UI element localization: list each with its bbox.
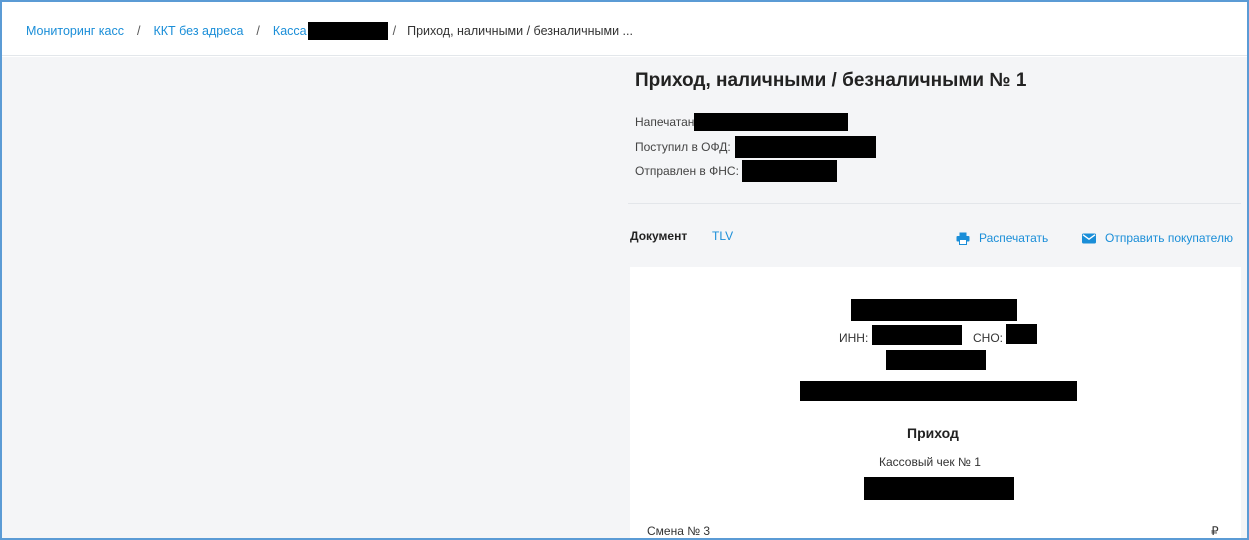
redacted-kassa-id — [307, 22, 388, 40]
fns-row: Отправлен в ФНС: — [635, 160, 837, 182]
receipt-type: Приход — [907, 425, 959, 441]
redacted-org-name — [851, 299, 1017, 321]
redacted-printed-date — [694, 113, 849, 131]
sno-label: СНО: — [973, 331, 1003, 345]
ofd-row: Поступил в ОФД: — [635, 136, 876, 158]
inn-label: ИНН: — [839, 331, 869, 345]
redacted-address — [800, 381, 1077, 401]
breadcrumb-separator: / — [137, 24, 141, 38]
redacted-sno — [1006, 324, 1037, 344]
printed-row: Напечатан — [635, 113, 849, 131]
send-to-customer-button[interactable]: Отправить покупателю — [1082, 231, 1233, 245]
redacted-ofd-date — [734, 136, 876, 158]
receipt-check-number: Кассовый чек № 1 — [879, 455, 981, 469]
redacted-fns-date — [741, 160, 837, 182]
divider — [628, 203, 1241, 204]
print-button[interactable]: Распечатать — [956, 231, 1048, 245]
printed-label: Напечатан — [635, 115, 695, 129]
breadcrumb-kkt-link[interactable]: ККТ без адреса — [153, 24, 243, 38]
left-panel — [2, 57, 614, 538]
tab-document[interactable]: Документ — [630, 229, 687, 243]
envelope-icon — [1082, 233, 1096, 244]
breadcrumb-current: Приход, наличными / безналичными ... — [407, 24, 633, 38]
receipt-shift: Смена № 3 — [647, 524, 711, 538]
fns-label: Отправлен в ФНС: — [635, 164, 739, 178]
send-label: Отправить покупателю — [1105, 231, 1233, 245]
redacted-inn — [872, 325, 962, 345]
breadcrumb-monitoring-link[interactable]: Мониторинг касс — [26, 24, 124, 38]
printer-icon — [956, 232, 970, 245]
breadcrumb-kassa-link[interactable]: Касса — [273, 24, 307, 38]
ofd-label: Поступил в ОФД: — [635, 140, 731, 154]
redacted-line-1 — [886, 350, 986, 370]
breadcrumb-separator: / — [256, 24, 260, 38]
redacted-datetime — [864, 477, 1014, 500]
breadcrumb-separator: / — [392, 24, 397, 38]
breadcrumb: Мониторинг касс / ККТ без адреса / Касса… — [26, 22, 633, 40]
currency-symbol: ₽ — [1211, 524, 1219, 538]
document-title: Приход, наличными / безналичными № 1 — [635, 70, 1027, 91]
tab-tlv[interactable]: TLV — [712, 229, 733, 243]
print-label: Распечатать — [979, 231, 1049, 245]
